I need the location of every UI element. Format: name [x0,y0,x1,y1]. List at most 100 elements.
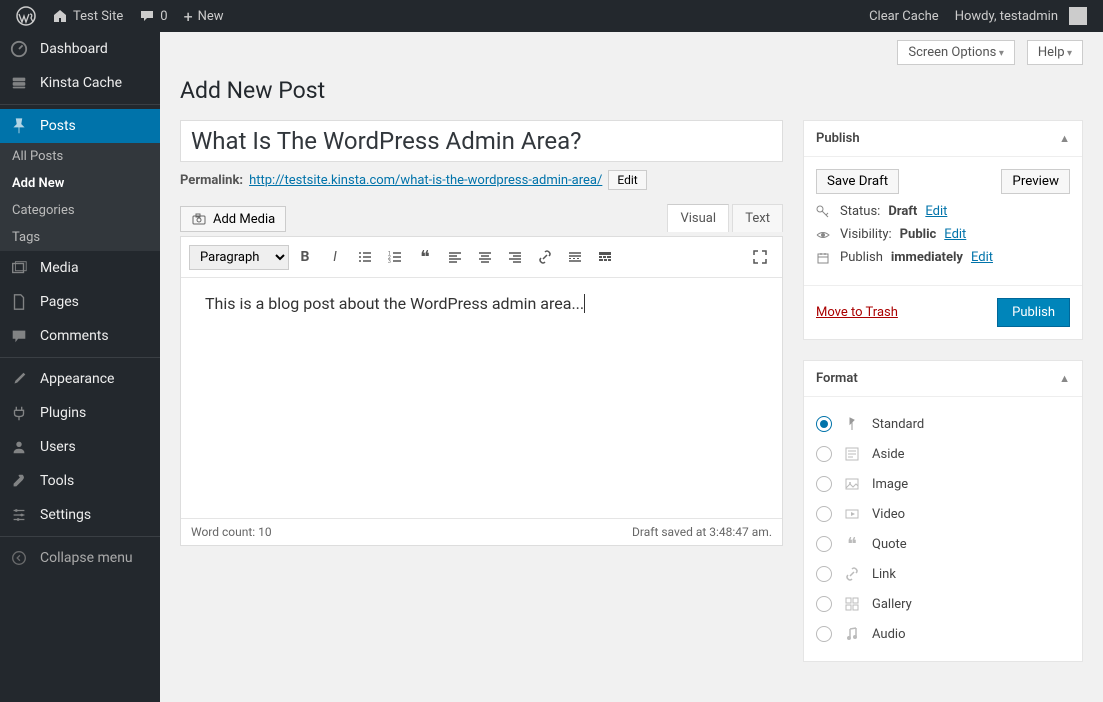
home-icon [52,8,68,24]
key-icon [816,205,832,219]
sliders-icon [10,506,30,524]
howdy[interactable]: Howdy, testadmin [947,0,1095,32]
editor-content[interactable]: This is a blog post about the WordPress … [181,278,782,518]
sub-tags[interactable]: Tags [0,224,160,251]
permalink-edit-button[interactable]: Edit [608,170,646,190]
page-icon [10,293,30,311]
comments-link[interactable]: 0 [131,0,175,32]
sidebar-posts-sub: All Posts Add New Categories Tags [0,143,160,251]
cache-icon [10,74,30,92]
plus-icon: + [184,7,193,26]
word-count: Word count: 10 [191,525,272,539]
site-link[interactable]: Test Site [44,0,131,32]
comments-icon [10,327,30,345]
sidebar-pages[interactable]: Pages [0,285,160,319]
format-option-image[interactable]: Image [816,469,1070,499]
radio-icon [816,626,832,642]
radio-icon [816,566,832,582]
format-select[interactable]: Paragraph [189,245,289,270]
gallery-icon [842,594,862,614]
radio-icon [816,416,832,432]
fullscreen-button[interactable] [746,243,774,271]
save-draft-button[interactable]: Save Draft [816,169,899,194]
post-title-input[interactable] [180,120,783,162]
collapse-icon [10,549,30,567]
permalink-url[interactable]: http://testsite.kinsta.com/what-is-the-w… [249,173,602,188]
new-link[interactable]: + New [176,0,232,32]
radio-icon [816,476,832,492]
format-head[interactable]: Format▲ [804,361,1082,397]
dashboard-icon [10,40,30,58]
ol-button[interactable]: 123 [381,243,409,271]
sidebar-collapse[interactable]: Collapse menu [0,541,160,575]
format-option-quote[interactable]: ❝ Quote [816,529,1070,559]
schedule-edit[interactable]: Edit [971,250,993,265]
format-option-aside[interactable]: Aside [816,439,1070,469]
video-icon [842,504,862,524]
align-left-button[interactable] [441,243,469,271]
sidebar-kinsta[interactable]: Kinsta Cache [0,66,160,100]
sub-all-posts[interactable]: All Posts [0,143,160,170]
visibility-edit[interactable]: Edit [944,227,966,242]
sidebar-tools[interactable]: Tools [0,464,160,498]
add-media-button[interactable]: Add Media [180,206,286,232]
permalink-row: Permalink: http://testsite.kinsta.com/wh… [180,170,783,190]
camera-icon [191,211,207,227]
media-icon [10,259,30,277]
sub-categories[interactable]: Categories [0,197,160,224]
tab-visual[interactable]: Visual [667,204,729,232]
clear-cache[interactable]: Clear Cache [861,0,947,32]
sidebar-plugins[interactable]: Plugins [0,396,160,430]
page-title: Add New Post [180,77,1083,104]
ul-button[interactable] [351,243,379,271]
bold-button[interactable]: B [291,243,319,271]
publish-head[interactable]: Publish▲ [804,121,1082,157]
sidebar-users[interactable]: Users [0,430,160,464]
admin-toolbar: Test Site 0 + New Clear Cache Howdy, tes… [0,0,1103,32]
publish-button[interactable]: Publish [997,298,1070,327]
link-icon [842,564,862,584]
quote-button[interactable]: ❝ [411,243,439,271]
main-content: Screen Options Help Add New Post Permali… [160,32,1103,702]
italic-button[interactable]: I [321,243,349,271]
admin-sidebar: Dashboard Kinsta Cache Posts All Posts A… [0,32,160,702]
sidebar-posts[interactable]: Posts [0,109,160,143]
preview-button[interactable]: Preview [1001,169,1070,194]
status-edit[interactable]: Edit [925,204,947,219]
audio-icon [842,624,862,644]
site-name: Test Site [73,9,123,24]
calendar-icon [816,251,832,265]
radio-icon [816,446,832,462]
format-option-gallery[interactable]: Gallery [816,589,1070,619]
format-option-standard[interactable]: Standard [816,409,1070,439]
tab-text[interactable]: Text [732,204,783,232]
link-button[interactable] [531,243,559,271]
quote-icon: ❝ [842,534,862,554]
screen-options-button[interactable]: Screen Options [897,40,1014,65]
plug-icon [10,404,30,422]
radio-icon [816,506,832,522]
sidebar-dashboard[interactable]: Dashboard [0,32,160,66]
readmore-button[interactable] [561,243,589,271]
help-button[interactable]: Help [1027,40,1083,65]
align-right-button[interactable] [501,243,529,271]
comment-icon [139,8,155,24]
image-icon [842,474,862,494]
svg-text:3: 3 [388,259,391,265]
sidebar-settings[interactable]: Settings [0,498,160,532]
move-to-trash[interactable]: Move to Trash [816,305,898,320]
draft-saved: Draft saved at 3:48:47 am. [632,525,772,539]
aside-icon [842,444,862,464]
format-option-video[interactable]: Video [816,499,1070,529]
wp-logo[interactable] [8,0,44,32]
toolbar-toggle-button[interactable] [591,243,619,271]
sidebar-appearance[interactable]: Appearance [0,362,160,396]
align-center-button[interactable] [471,243,499,271]
sidebar-media[interactable]: Media [0,251,160,285]
format-option-link[interactable]: Link [816,559,1070,589]
wrench-icon [10,472,30,490]
sub-add-new[interactable]: Add New [0,170,160,197]
comment-count: 0 [160,9,167,24]
radio-icon [816,536,832,552]
sidebar-comments[interactable]: Comments [0,319,160,353]
